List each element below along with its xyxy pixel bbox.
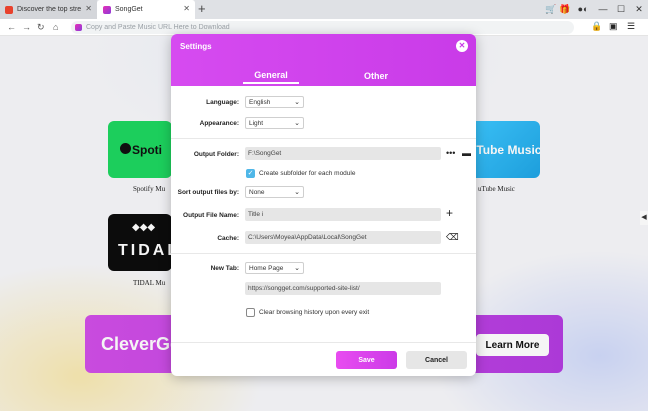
tab-label: Discover the top stre — [17, 6, 82, 13]
theme-toggle-icon[interactable]: ●◐ — [572, 0, 594, 19]
cache-label: Cache: — [217, 235, 239, 242]
songget-favicon-icon — [103, 5, 111, 14]
site-favicon-icon — [5, 5, 13, 14]
lock-icon[interactable]: 🔒 — [591, 21, 602, 32]
language-label: Language: — [206, 99, 239, 106]
chevron-down-icon: ⌄ — [294, 189, 300, 196]
chevron-down-icon: ⌄ — [294, 99, 300, 106]
minimize-icon[interactable]: — — [594, 0, 612, 19]
sort-output-select[interactable]: None ⌄ — [245, 186, 304, 198]
appearance-label: Appearance: — [199, 120, 239, 127]
new-tab-url-field[interactable]: https://songget.com/supported-site-list/ — [245, 282, 441, 295]
clear-history-checkbox[interactable] — [246, 308, 255, 317]
appearance-value: Light — [249, 119, 264, 127]
new-tab-label: New Tab: — [210, 265, 239, 272]
output-folder-field[interactable]: F:\SongGet — [245, 147, 441, 160]
url-placeholder: Copy and Paste Music URL Here to Downloa… — [86, 24, 230, 31]
sort-output-label: Sort output files by: — [177, 189, 239, 196]
new-tab-button[interactable]: + — [198, 2, 206, 16]
save-button[interactable]: Save — [336, 351, 397, 369]
tab-songget[interactable]: SongGet ✕ — [97, 0, 195, 19]
gift-icon[interactable]: 🎁 — [558, 0, 572, 19]
chevron-down-icon: ⌄ — [294, 120, 300, 127]
language-select[interactable]: English ⌄ — [245, 96, 304, 108]
output-folder-label: Output Folder: — [193, 151, 239, 158]
chevron-down-icon: ⌄ — [294, 265, 300, 272]
dialog-title: Settings — [180, 42, 212, 51]
back-icon[interactable]: ← — [7, 22, 16, 33]
language-value: English — [249, 98, 271, 106]
tab-general[interactable]: General — [243, 70, 299, 84]
tab-close-icon[interactable]: ✕ — [183, 4, 190, 13]
url-input[interactable]: Copy and Paste Music URL Here to Downloa… — [71, 21, 574, 34]
forward-icon[interactable]: → — [22, 22, 31, 33]
sort-output-value: None — [249, 188, 265, 196]
divider — [171, 342, 476, 343]
window-controls: 🛒 🎁 ●◐ — ☐ ✕ — [544, 0, 648, 19]
menu-icon[interactable]: ☰ — [627, 21, 635, 32]
dialog-close-icon[interactable]: ✕ — [456, 40, 468, 52]
tab-discover[interactable]: Discover the top stre ✕ — [0, 0, 97, 19]
settings-dialog: Settings ✕ General Other Language: Engli… — [171, 34, 476, 376]
cache-field[interactable]: C:\Users\Moyea\AppData\Local\SongGet — [245, 231, 441, 244]
divider — [171, 138, 476, 139]
tab-close-icon[interactable]: ✕ — [85, 4, 92, 13]
divider — [171, 253, 476, 254]
output-file-name-field[interactable]: Title i — [245, 208, 441, 221]
folder-icon[interactable]: ▬ — [462, 148, 471, 158]
create-subfolder-label: Create subfolder for each module — [259, 170, 356, 177]
new-tab-select[interactable]: Home Page ⌄ — [245, 262, 304, 274]
create-subfolder-checkbox[interactable]: ✓ — [246, 169, 255, 178]
clear-cache-icon[interactable]: ⌫ — [446, 232, 459, 242]
tab-label: SongGet — [115, 6, 143, 13]
appearance-select[interactable]: Light ⌄ — [245, 117, 304, 129]
clear-history-label: Clear browsing history upon every exit — [259, 309, 370, 316]
cancel-button[interactable]: Cancel — [406, 351, 467, 369]
home-icon[interactable]: ⌂ — [53, 22, 58, 33]
output-file-name-label: Output File Name: — [183, 212, 239, 219]
extension-icon[interactable]: ▣ — [609, 21, 618, 32]
new-tab-value: Home Page — [249, 264, 284, 272]
cart-icon[interactable]: 🛒 — [544, 0, 558, 19]
more-options-icon[interactable]: ••• — [446, 148, 455, 158]
add-icon[interactable]: + — [446, 207, 453, 219]
dialog-header: Settings ✕ General Other — [171, 34, 476, 86]
songget-favicon-icon — [75, 24, 82, 31]
maximize-icon[interactable]: ☐ — [612, 0, 630, 19]
tab-strip: Discover the top stre ✕ SongGet ✕ + 🛒 🎁 … — [0, 0, 648, 19]
reload-icon[interactable]: ↻ — [37, 22, 45, 33]
window-close-icon[interactable]: ✕ — [630, 0, 648, 19]
tab-other[interactable]: Other — [348, 71, 404, 81]
